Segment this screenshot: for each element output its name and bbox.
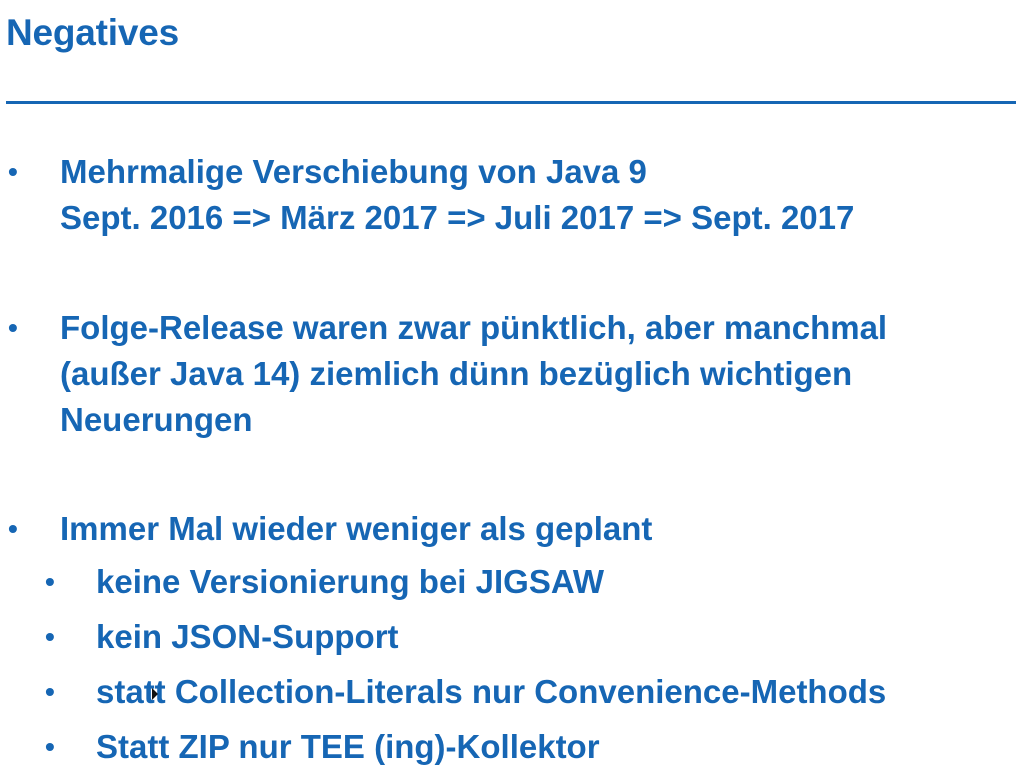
bullet-dot-icon: • [45,676,55,707]
bullet-text: Folge-Release waren zwar pünktlich, aber… [60,309,888,438]
bullet-dot-icon: • [8,312,18,343]
sub-bullet-text: kein JSON-Support [96,618,399,655]
sub-bullet-text: Statt ZIP nur TEE (ing)-Kollektor [96,728,600,765]
bullet-dot-icon: • [8,156,18,187]
bullet-dot-icon: • [45,621,55,652]
bullet-text: Immer Mal wieder weniger als geplant [60,510,653,547]
sub-bullet-text: keine Versionierung bei JIGSAW [96,563,604,600]
mouse-cursor-icon [152,688,158,700]
bullet-dot-icon: • [45,566,55,597]
bullet-dot-icon: • [45,731,55,762]
bullet-text: Mehrmalige Verschiebung von Java 9 Sept.… [60,153,855,236]
sub-bullet-text: statt Collection-Literals nur Convenienc… [96,673,887,710]
bullet-list: • Mehrmalige Verschiebung von Java 9 Sep… [0,0,1016,780]
bullet-dot-icon: • [8,513,18,544]
